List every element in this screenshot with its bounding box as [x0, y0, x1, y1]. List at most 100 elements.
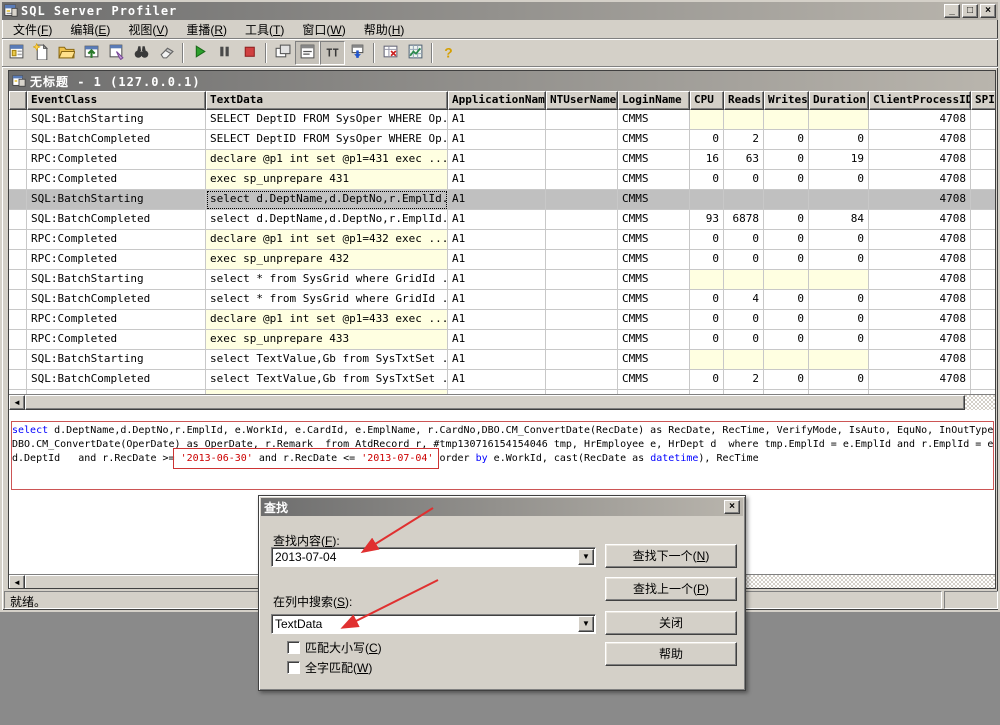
- cell-text[interactable]: SELECT DeptID FROM SysOper WHERE Op...: [206, 110, 448, 130]
- cell-gutter[interactable]: [9, 150, 27, 170]
- cell-gutter[interactable]: [9, 210, 27, 230]
- cell-cpid[interactable]: 4708: [869, 150, 971, 170]
- cell-app[interactable]: [448, 390, 546, 394]
- cell-spid[interactable]: [971, 210, 995, 230]
- menu-item-4[interactable]: 工具(T): [236, 19, 293, 40]
- cell-duration[interactable]: [809, 390, 869, 394]
- cell-text[interactable]: [206, 390, 448, 394]
- cell-duration[interactable]: [809, 110, 869, 130]
- cell-cpu[interactable]: 0: [690, 330, 724, 350]
- maximize-button[interactable]: □: [962, 4, 978, 18]
- cell-spid[interactable]: [971, 190, 995, 210]
- cell-duration[interactable]: 84: [809, 210, 869, 230]
- cell-cpu[interactable]: [690, 270, 724, 290]
- match-case-checkbox[interactable]: 匹配大小写(C): [287, 639, 382, 656]
- menu-item-3[interactable]: 重播(R): [177, 19, 236, 40]
- table-row[interactable]: RPC:Completedexec sp_unprepare 431A1CMMS…: [9, 170, 995, 190]
- save-trace-button[interactable]: [79, 41, 104, 65]
- cell-cpid[interactable]: 4708: [869, 130, 971, 150]
- cell-writes[interactable]: 0: [764, 250, 809, 270]
- cell-duration[interactable]: [809, 190, 869, 210]
- cell-login[interactable]: CMMS: [618, 330, 690, 350]
- cell-cpu[interactable]: 0: [690, 250, 724, 270]
- cell-cpu[interactable]: 0: [690, 170, 724, 190]
- cell-gutter[interactable]: [9, 110, 27, 130]
- find-dialog-titlebar[interactable]: 查找 ×: [261, 498, 743, 516]
- cell-spid[interactable]: [971, 230, 995, 250]
- cell-ntuser[interactable]: [546, 290, 618, 310]
- cell-app[interactable]: A1: [448, 370, 546, 390]
- cell-gutter[interactable]: [9, 190, 27, 210]
- cell-cpid[interactable]: 4708: [869, 110, 971, 130]
- cell-spid[interactable]: [971, 270, 995, 290]
- column-header-cpu[interactable]: CPU: [690, 91, 724, 110]
- cell-duration[interactable]: 0: [809, 290, 869, 310]
- cell-reads[interactable]: 2: [724, 130, 764, 150]
- cell-app[interactable]: A1: [448, 170, 546, 190]
- cell-reads[interactable]: 0: [724, 330, 764, 350]
- cell-writes[interactable]: 0: [764, 370, 809, 390]
- column-header-spid[interactable]: SPI: [971, 91, 995, 110]
- chevron-down-icon[interactable]: ▼: [578, 549, 594, 565]
- help-button[interactable]: ?: [436, 41, 461, 65]
- cell-event[interactable]: RPC:Completed: [27, 150, 206, 170]
- cell-writes[interactable]: [764, 110, 809, 130]
- cell-cpid[interactable]: 4708: [869, 350, 971, 370]
- cell-duration[interactable]: [809, 350, 869, 370]
- move-columns-button[interactable]: [345, 41, 370, 65]
- cell-reads[interactable]: 0: [724, 230, 764, 250]
- cell-gutter[interactable]: [9, 310, 27, 330]
- find-previous-button[interactable]: 查找上一个(P): [605, 577, 737, 601]
- find-dialog-close-icon[interactable]: ×: [724, 500, 740, 514]
- cell-login[interactable]: CMMS: [618, 290, 690, 310]
- cell-writes[interactable]: 0: [764, 150, 809, 170]
- trace-properties-button[interactable]: [104, 41, 129, 65]
- cell-gutter[interactable]: [9, 230, 27, 250]
- cell-text[interactable]: select * from SysGrid where GridId ...: [206, 270, 448, 290]
- cell-reads[interactable]: 0: [724, 250, 764, 270]
- cell-event[interactable]: RPC:Completed: [27, 330, 206, 350]
- whole-word-checkbox[interactable]: 全字匹配(W): [287, 659, 372, 676]
- table-row[interactable]: SQL:BatchStartingSELECT DeptID FROM SysO…: [9, 110, 995, 130]
- cell-spid[interactable]: [971, 350, 995, 370]
- cell-writes[interactable]: 0: [764, 310, 809, 330]
- new-template-button[interactable]: [29, 41, 54, 65]
- cell-ntuser[interactable]: [546, 390, 618, 394]
- cell-reads[interactable]: [724, 390, 764, 394]
- cell-app[interactable]: A1: [448, 270, 546, 290]
- clear-trace-button[interactable]: [154, 41, 179, 65]
- column-header-duration[interactable]: Duration: [809, 91, 869, 110]
- cell-cpu[interactable]: [690, 350, 724, 370]
- cell-cpid[interactable]: 4708: [869, 370, 971, 390]
- table-row[interactable]: SQL:BatchStartingselect d.DeptName,d.Dep…: [9, 190, 995, 210]
- cell-cpid[interactable]: 4708: [869, 230, 971, 250]
- cell-ntuser[interactable]: [546, 210, 618, 230]
- cell-login[interactable]: CMMS: [618, 230, 690, 250]
- cell-login[interactable]: CMMS: [618, 310, 690, 330]
- cell-event[interactable]: SQL:BatchCompleted: [27, 130, 206, 150]
- cell-cpid[interactable]: [869, 390, 971, 394]
- table-row[interactable]: RPC:Completedexec sp_unprepare 433A1CMMS…: [9, 330, 995, 350]
- cell-duration[interactable]: 0: [809, 250, 869, 270]
- menu-item-5[interactable]: 窗口(W): [293, 19, 354, 40]
- cell-reads[interactable]: 4: [724, 290, 764, 310]
- cell-text[interactable]: SELECT DeptID FROM SysOper WHERE Op...: [206, 130, 448, 150]
- cell-event[interactable]: SQL:BatchCompleted: [27, 370, 206, 390]
- table-row[interactable]: SQL:BatchCompletedselect d.DeptName,d.De…: [9, 210, 995, 230]
- cell-app[interactable]: A1: [448, 250, 546, 270]
- cell-cpid[interactable]: 4708: [869, 250, 971, 270]
- cell-app[interactable]: A1: [448, 130, 546, 150]
- cell-spid[interactable]: [971, 130, 995, 150]
- stop-trace-button[interactable]: [237, 41, 262, 65]
- column-header-writes[interactable]: Writes: [764, 91, 809, 110]
- cell-writes[interactable]: [764, 350, 809, 370]
- cell-writes[interactable]: [764, 390, 809, 394]
- column-header-ntuser[interactable]: NTUserName: [546, 91, 618, 110]
- cell-cpid[interactable]: 4708: [869, 330, 971, 350]
- cell-writes[interactable]: 0: [764, 330, 809, 350]
- cell-spid[interactable]: [971, 330, 995, 350]
- cell-text[interactable]: select d.DeptName,d.DeptNo,r.EmplId...: [206, 190, 448, 210]
- cell-duration[interactable]: [809, 270, 869, 290]
- cell-cpid[interactable]: 4708: [869, 170, 971, 190]
- chevron-down-icon[interactable]: ▼: [578, 616, 594, 632]
